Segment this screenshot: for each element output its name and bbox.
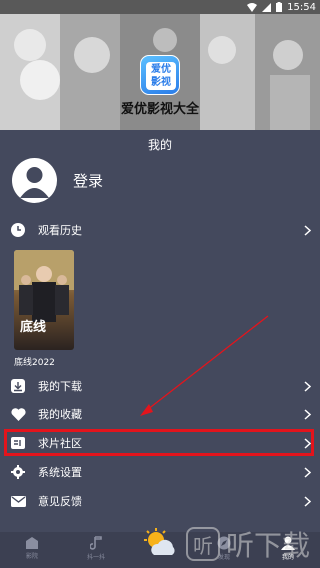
cinema-icon <box>26 537 38 549</box>
weather-sun-cloud-icon <box>144 528 175 555</box>
user-avatar-icon <box>20 166 49 198</box>
chevron-right-icon <box>302 407 312 421</box>
hero-banner: 15:54 爱优 影视 爱优影视大全 <box>0 0 320 130</box>
tab-label: 抖一抖 <box>86 554 105 561</box>
avatar[interactable] <box>12 157 57 203</box>
status-bar: 15:54 <box>0 0 320 14</box>
signal-icon <box>262 2 272 12</box>
favorites-label: 我的收藏 <box>38 408 82 421</box>
menu-item-settings[interactable]: 系统设置 <box>10 459 312 485</box>
menu-item-favorites[interactable]: 我的收藏 <box>10 401 312 427</box>
tab-label: 影院 <box>25 553 38 560</box>
clock-icon <box>10 222 26 238</box>
wifi-icon <box>247 2 258 12</box>
settings-label: 系统设置 <box>38 466 82 479</box>
downloads-label: 我的下载 <box>38 380 82 393</box>
history-movie-name[interactable]: 底线2022 <box>14 355 55 368</box>
menu-item-downloads[interactable]: 我的下载 <box>10 373 312 399</box>
music-note-icon <box>90 536 102 550</box>
status-time: 15:54 <box>287 1 316 13</box>
login-row[interactable]: 登录 <box>12 156 103 204</box>
menu-item-history[interactable]: 观看历史 <box>10 217 312 243</box>
mail-icon <box>10 493 26 509</box>
login-label[interactable]: 登录 <box>73 170 103 191</box>
logo-text-bottom: 影视 <box>151 77 171 88</box>
history-movie-poster[interactable]: 底线 <box>14 250 74 350</box>
watermark-text: 听下载 <box>226 529 311 562</box>
poster-title-text: 底线 <box>20 320 47 335</box>
download-icon <box>10 378 26 394</box>
chevron-right-icon <box>302 223 312 237</box>
battery-icon <box>276 2 283 12</box>
watermark-logo-icon: 听 <box>186 527 220 561</box>
app-name: 爱优影视大全 <box>120 102 199 117</box>
chevron-right-icon <box>302 379 312 393</box>
feedback-label: 意见反馈 <box>38 495 82 508</box>
chevron-right-icon <box>302 494 312 508</box>
gear-icon <box>10 464 26 480</box>
chevron-right-icon <box>302 465 312 479</box>
tab-cinema[interactable]: 影院 <box>0 532 64 568</box>
app-logo: 爱优 影视 <box>140 55 180 95</box>
tab-shake[interactable]: 抖一抖 <box>64 532 128 568</box>
logo-text-top: 爱优 <box>151 64 171 75</box>
highlight-box-annotation <box>4 429 314 456</box>
heart-icon <box>10 406 26 422</box>
history-label: 观看历史 <box>38 224 82 237</box>
movie-poster-image <box>14 250 74 322</box>
watermark: 听 听下载 <box>186 520 310 568</box>
menu-item-feedback[interactable]: 意见反馈 <box>10 488 312 514</box>
page-title: 我的 <box>147 138 172 152</box>
